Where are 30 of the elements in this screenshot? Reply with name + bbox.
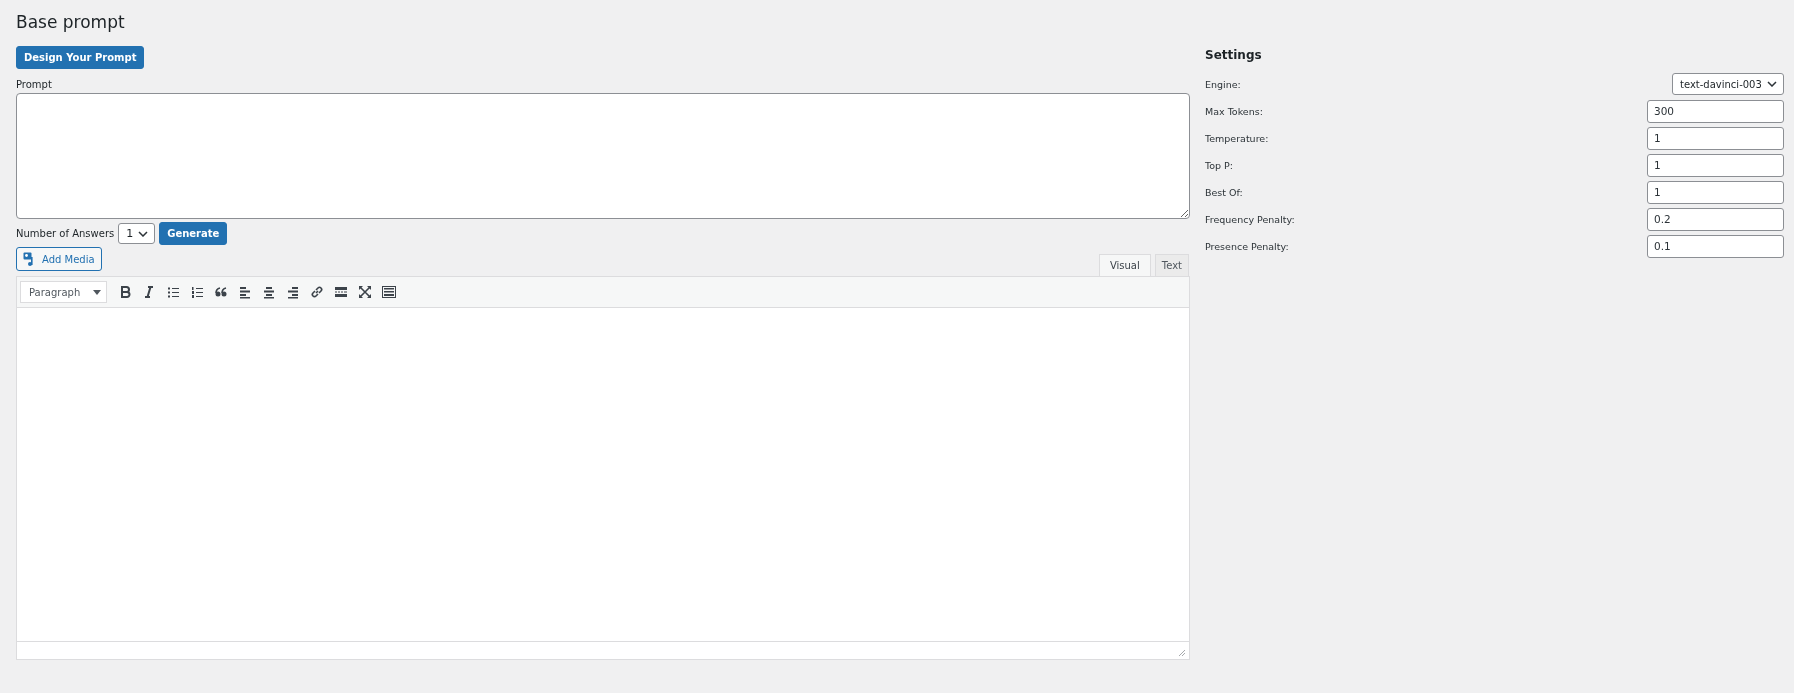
add-media-button[interactable]: Add Media <box>16 247 102 271</box>
field-label: Temperature: <box>1205 132 1269 144</box>
generate-button[interactable]: Generate <box>159 222 228 245</box>
settings-title: Settings <box>1205 48 1263 62</box>
number-field[interactable]: 0.2 <box>1647 207 1784 231</box>
answers-select[interactable]: 1 <box>118 223 156 244</box>
chevron-icon <box>138 230 149 237</box>
engine-select[interactable]: text-davinci-003 <box>1672 73 1784 95</box>
chevron-icon <box>1767 81 1777 87</box>
editor-tab[interactable]: Visual <box>1098 254 1151 276</box>
page-title: Base prompt <box>16 12 126 32</box>
number-field[interactable]: 300 <box>1647 99 1784 123</box>
field-label: Top P: <box>1205 159 1233 171</box>
field-label: Presence Penalty: <box>1205 240 1289 252</box>
number-field[interactable]: 1 <box>1647 180 1784 204</box>
format-dropdown[interactable]: Paragraph <box>20 281 107 303</box>
number-field[interactable]: 0.1 <box>1647 234 1784 258</box>
prompt-field[interactable] <box>16 93 1190 219</box>
field-label: Best Of: <box>1205 186 1243 198</box>
field-label: Engine: <box>1205 78 1241 90</box>
field-label: Frequency Penalty: <box>1205 213 1295 225</box>
field-label: Max Tokens: <box>1205 105 1263 117</box>
editor-tab[interactable]: Text <box>1154 254 1189 276</box>
answers-label: Number of Answers <box>16 228 115 239</box>
design-prompt-button[interactable]: Design Your Prompt <box>16 46 145 69</box>
number-field[interactable]: 1 <box>1647 153 1784 177</box>
resize-handle-icon[interactable] <box>1178 649 1186 657</box>
caret-icon <box>93 289 101 295</box>
prompt-label: Prompt <box>16 79 53 90</box>
number-field[interactable]: 1 <box>1647 126 1784 150</box>
